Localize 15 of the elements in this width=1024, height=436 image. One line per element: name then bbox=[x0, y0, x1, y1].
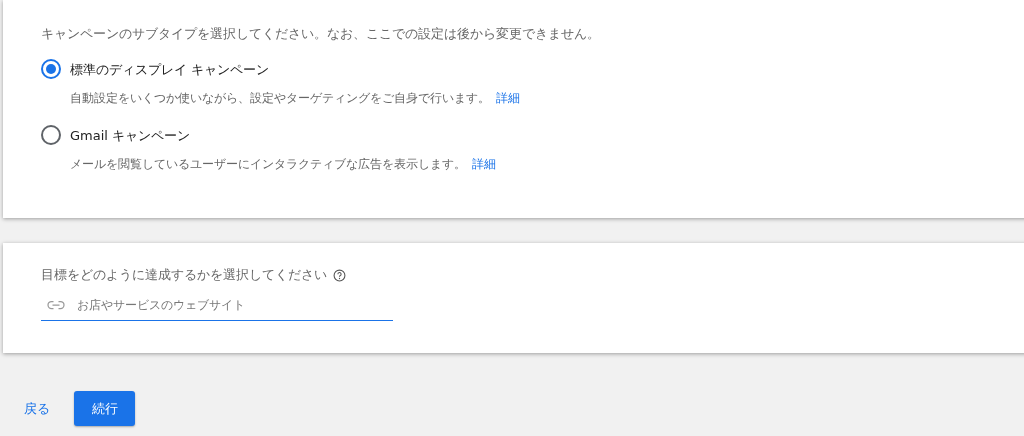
radio-button[interactable] bbox=[41, 125, 61, 145]
help-icon[interactable] bbox=[333, 268, 346, 282]
website-field[interactable]: お店やサービスのウェブサイト bbox=[77, 298, 387, 312]
option-description: メールを閲覧しているユーザーにインタラクティブな広告を表示します。 詳細 bbox=[70, 156, 496, 173]
radio-button[interactable] bbox=[41, 59, 61, 79]
option-description: 自動設定をいくつか使いながら、設定やターゲティングをご自身で行います。 詳細 bbox=[70, 90, 520, 107]
instruction-text: キャンペーンのサブタイプを選択してください。なお、ここでの設定は後から変更できません。 bbox=[41, 25, 601, 43]
continue-button[interactable]: 続行 bbox=[74, 391, 135, 426]
details-link[interactable]: 詳細 bbox=[496, 91, 520, 105]
goal-label: 目標をどのように達成するかを選択してください bbox=[41, 266, 327, 284]
back-button[interactable]: 戻る bbox=[24, 399, 50, 418]
details-link[interactable]: 詳細 bbox=[472, 157, 496, 171]
option-label: Gmail キャンペーン bbox=[70, 127, 192, 145]
link-icon bbox=[47, 300, 65, 310]
option-label: 標準のディスプレイ キャンペーン bbox=[70, 61, 271, 79]
